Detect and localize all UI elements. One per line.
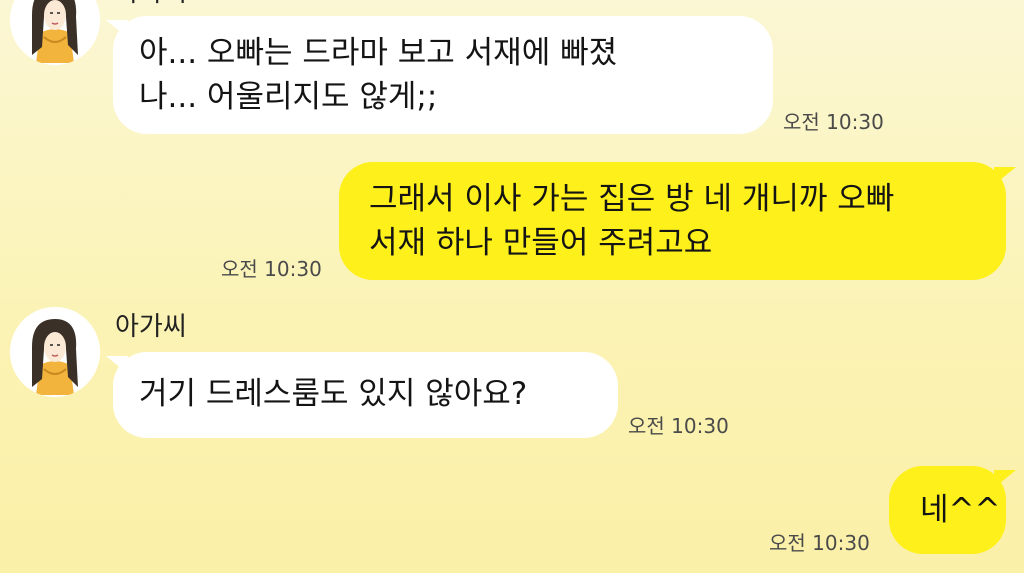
sender-name: 아가씨 xyxy=(115,0,187,8)
profile-illustration xyxy=(10,307,100,397)
message-time: 오전 10:30 xyxy=(783,110,884,134)
message-time: 오전 10:30 xyxy=(769,531,870,555)
profile-illustration xyxy=(10,0,100,65)
message-time: 오전 10:30 xyxy=(221,257,322,281)
message-time: 오전 10:30 xyxy=(628,414,729,438)
message-bubble-outgoing[interactable]: 네^^ xyxy=(889,466,1006,554)
sender-name: 아가씨 xyxy=(115,312,187,342)
message-bubble-incoming[interactable]: 아... 오빠는 드라마 보고 서재에 빠졌 나... 어울리지도 않게;; xyxy=(113,16,773,134)
message-bubble-incoming[interactable]: 거기 드레스룸도 있지 않아요? xyxy=(113,352,618,438)
avatar[interactable] xyxy=(10,307,100,397)
avatar[interactable] xyxy=(10,0,100,65)
message-bubble-outgoing[interactable]: 그래서 이사 가는 집은 방 네 개니까 오빠 서재 하나 만들어 주려고요 xyxy=(339,162,1006,280)
chat-room: 아가씨 아... 오빠는 드라마 보고 서재에 빠졌 나... 어울리지도 않게… xyxy=(0,0,1024,573)
